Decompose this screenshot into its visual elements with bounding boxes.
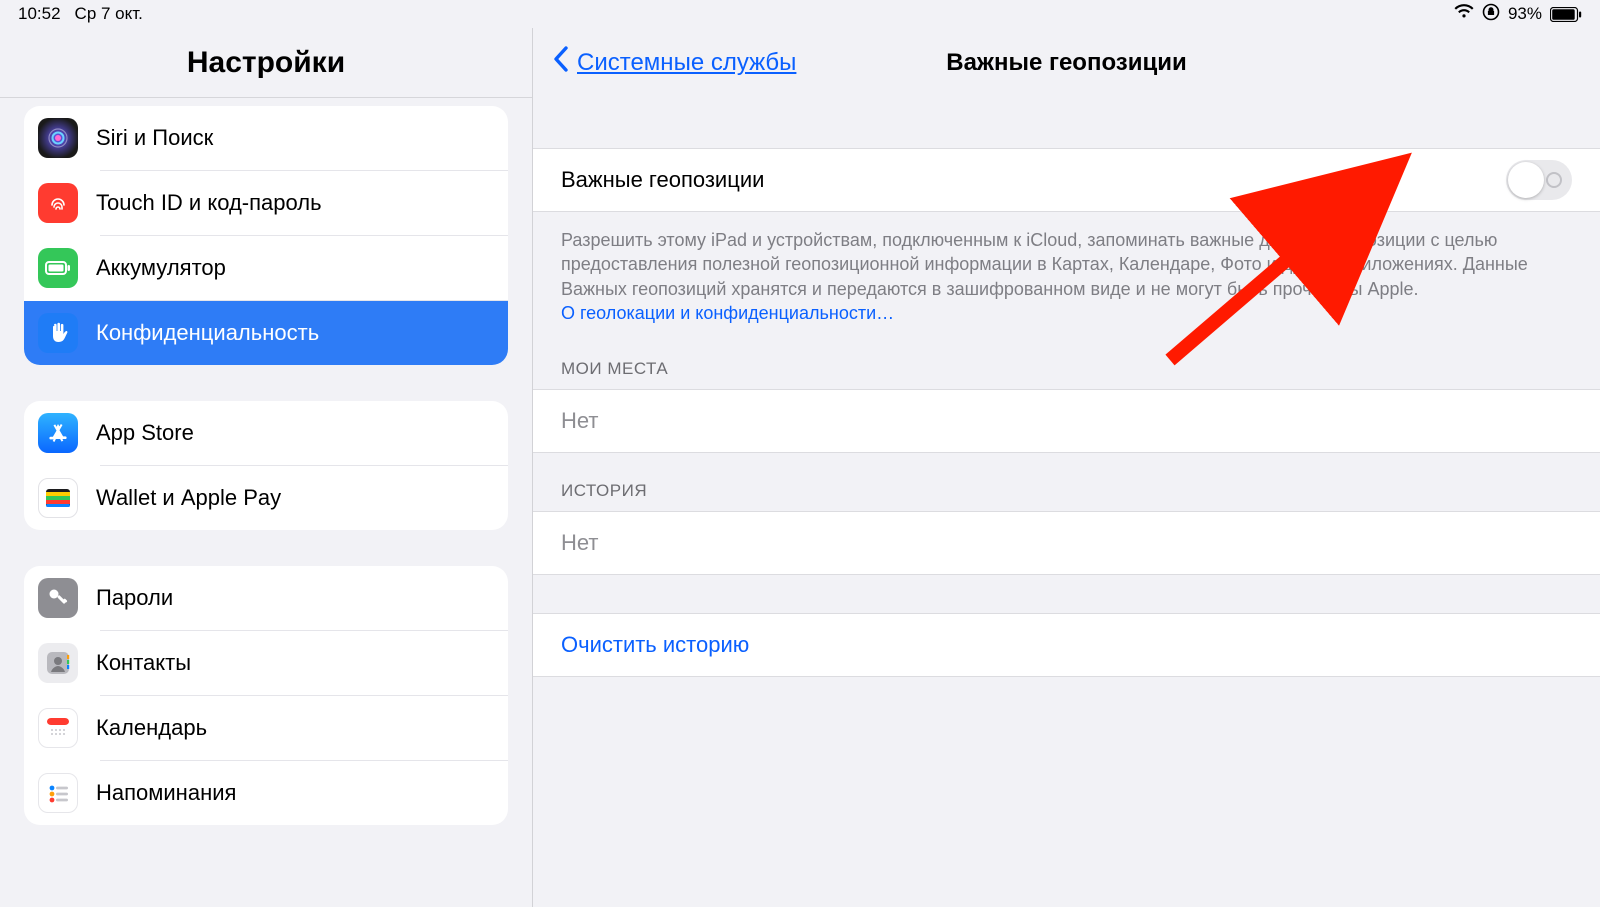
history-value: Нет xyxy=(561,530,598,556)
toggle-significant-locations[interactable] xyxy=(1506,160,1572,200)
hand-icon xyxy=(38,313,78,353)
calendar-icon xyxy=(38,708,78,748)
detail-pane: Системные службы Важные геопозиции Важны… xyxy=(532,28,1600,907)
sidebar-group: Пароли Контакты Календарь xyxy=(24,566,508,825)
clear-history-label: Очистить историю xyxy=(561,632,749,658)
back-label: Системные службы xyxy=(577,49,796,77)
orientation-lock-icon xyxy=(1482,3,1500,26)
battery-icon xyxy=(1550,7,1582,22)
siri-icon xyxy=(38,118,78,158)
sidebar-item-touchid[interactable]: Touch ID и код‑пароль xyxy=(24,171,508,235)
privacy-link[interactable]: О геолокации и конфиденциальности… xyxy=(561,303,894,323)
section-header-places: МОИ МЕСТА xyxy=(533,331,1600,389)
statusbar-time: 10:52 xyxy=(18,4,61,24)
sidebar-item-privacy[interactable]: Конфиденциальность xyxy=(24,301,508,365)
section-header-history: ИСТОРИЯ xyxy=(533,453,1600,511)
sidebar-group: Siri и Поиск Touch ID и код‑пароль Аккум… xyxy=(24,106,508,365)
sidebar-item-label: App Store xyxy=(96,420,194,446)
sidebar-item-calendar[interactable]: Календарь xyxy=(24,696,508,760)
toggle-row-significant-locations: Важные геопозиции xyxy=(533,148,1600,212)
appstore-icon xyxy=(38,413,78,453)
back-button[interactable]: Системные службы xyxy=(553,46,796,80)
toggle-label: Важные геопозиции xyxy=(561,167,764,193)
sidebar-item-wallet[interactable]: Wallet и Apple Pay xyxy=(24,466,508,530)
sidebar-item-label: Пароли xyxy=(96,585,173,611)
sidebar-item-passwords[interactable]: Пароли xyxy=(24,566,508,630)
statusbar-date: Ср 7 окт. xyxy=(75,4,143,24)
places-row[interactable]: Нет xyxy=(533,389,1600,453)
description-text: Разрешить этому iPad и устройствам, подк… xyxy=(533,212,1600,331)
sidebar-item-siri[interactable]: Siri и Поиск xyxy=(24,106,508,170)
sidebar-title: Настройки xyxy=(0,28,532,98)
sidebar-item-battery[interactable]: Аккумулятор xyxy=(24,236,508,300)
key-icon xyxy=(38,578,78,618)
sidebar-item-label: Touch ID и код‑пароль xyxy=(96,190,322,216)
sidebar-group: App Store Wallet и Apple Pay xyxy=(24,401,508,530)
sidebar-item-label: Siri и Поиск xyxy=(96,125,213,151)
battery-settings-icon xyxy=(38,248,78,288)
history-row[interactable]: Нет xyxy=(533,511,1600,575)
sidebar-item-contacts[interactable]: Контакты xyxy=(24,631,508,695)
detail-body: Важные геопозиции Разрешить этому iPad и… xyxy=(533,148,1600,677)
fingerprint-icon xyxy=(38,183,78,223)
sidebar-item-label: Аккумулятор xyxy=(96,255,226,281)
sidebar-item-reminders[interactable]: Напоминания xyxy=(24,761,508,825)
sidebar-item-label: Конфиденциальность xyxy=(96,320,319,346)
sidebar-item-label: Контакты xyxy=(96,650,191,676)
wallet-icon xyxy=(38,478,78,518)
sidebar-item-label: Календарь xyxy=(96,715,207,741)
sidebar-item-appstore[interactable]: App Store xyxy=(24,401,508,465)
detail-header: Системные службы Важные геопозиции xyxy=(533,28,1600,98)
status-bar: 10:52 Ср 7 окт. 93% xyxy=(0,0,1600,28)
sidebar-scroll[interactable]: Siri и Поиск Touch ID и код‑пароль Аккум… xyxy=(0,98,532,907)
clear-history-button[interactable]: Очистить историю xyxy=(533,613,1600,677)
statusbar-battery-pct: 93% xyxy=(1508,4,1542,24)
reminders-icon xyxy=(38,773,78,813)
sidebar-item-label: Напоминания xyxy=(96,780,236,806)
sidebar-pane: Настройки Siri и Поиск Touch ID и код‑па… xyxy=(0,28,532,907)
contacts-icon xyxy=(38,643,78,683)
sidebar-item-label: Wallet и Apple Pay xyxy=(96,485,281,511)
wifi-icon xyxy=(1454,4,1474,24)
toggle-knob-icon xyxy=(1508,162,1544,198)
toggle-off-indicator-icon xyxy=(1546,172,1562,188)
chevron-left-icon xyxy=(553,46,569,80)
places-value: Нет xyxy=(561,408,598,434)
